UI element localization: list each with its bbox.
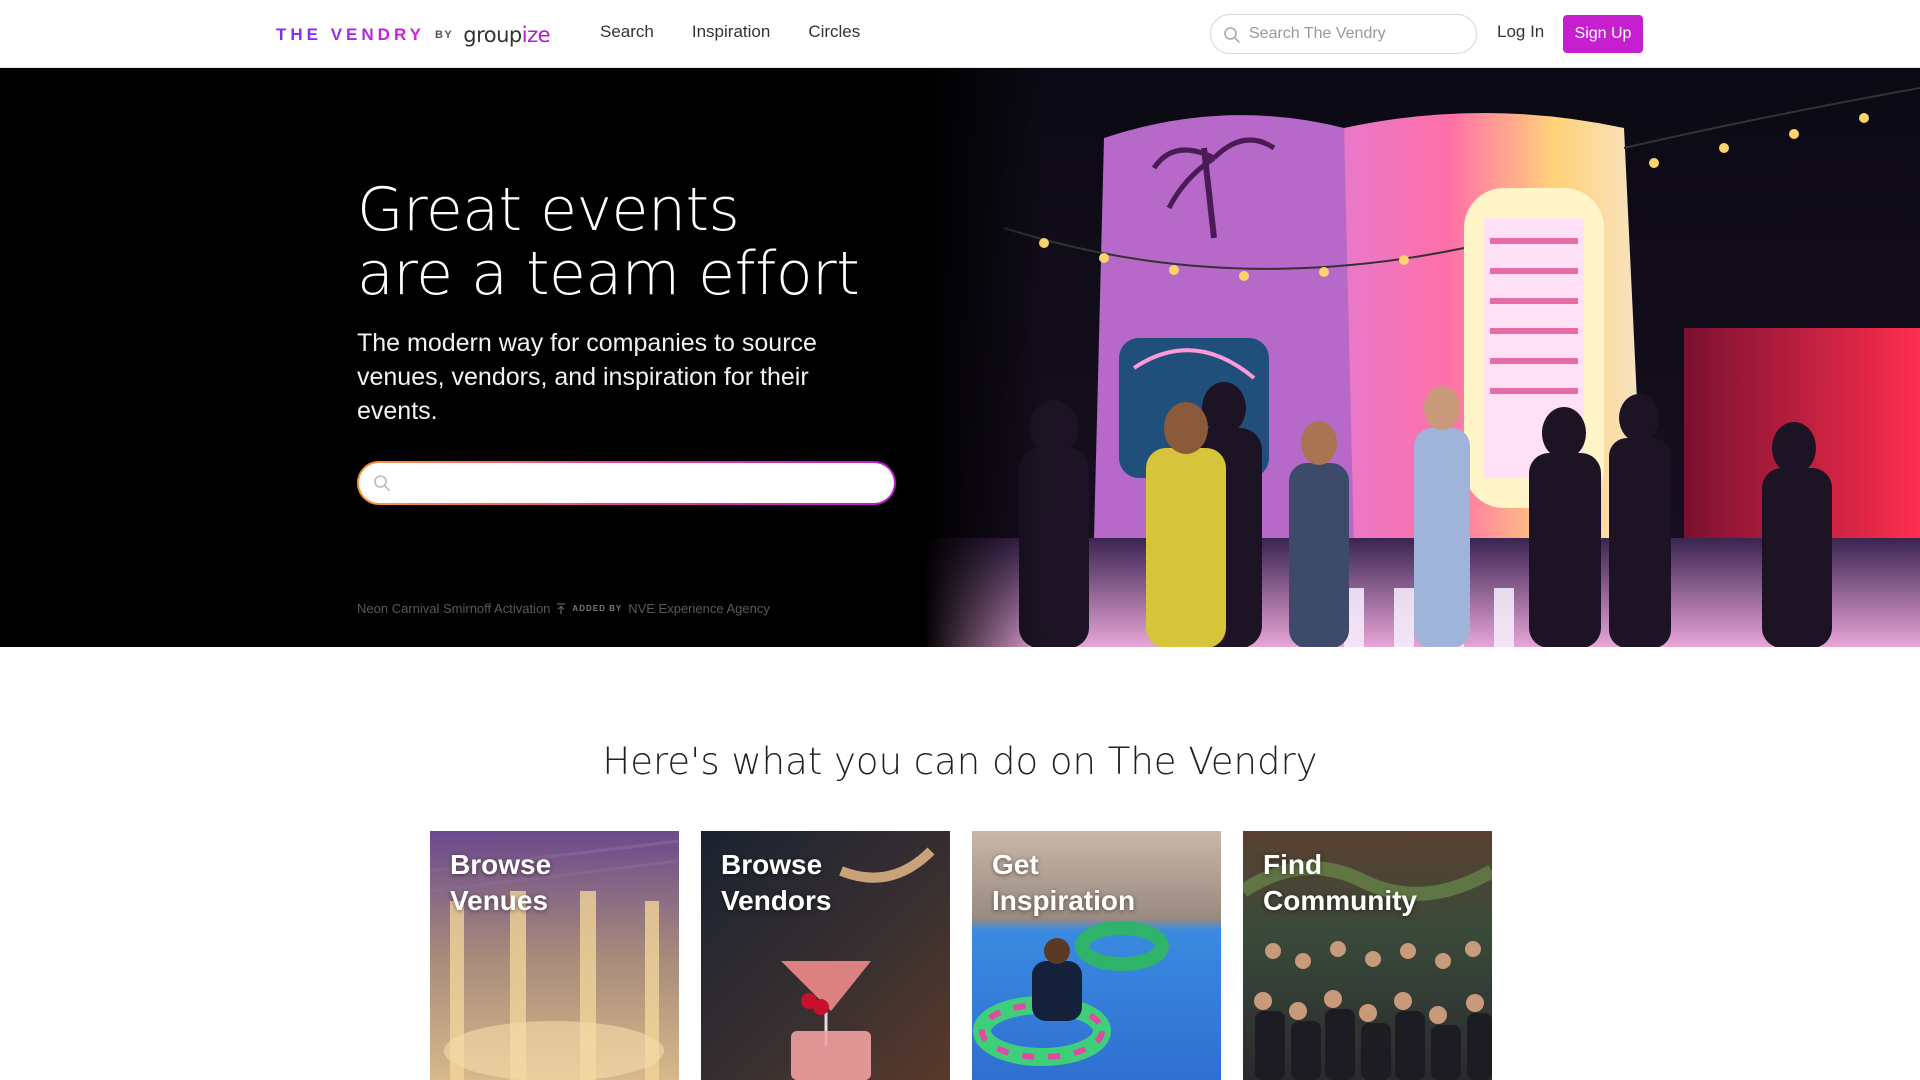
search-icon [374,475,390,491]
hero-photo-fade [924,68,1044,647]
nav-link-circles[interactable]: Circles [808,22,860,42]
hero-title-line-2: are a team effort [357,239,860,309]
logo-wordmark: THE VENDRY [276,25,425,44]
card-label-line-1: Find [1263,849,1323,880]
login-link[interactable]: Log In [1497,22,1544,42]
top-navigation-bar: THE VENDRY BY groupize Search Inspiratio… [0,0,1920,68]
card-label-line-2: Inspiration [992,885,1136,916]
hero-title: Great events are a team effort [357,175,860,309]
signup-button[interactable]: Sign Up [1563,15,1643,53]
card-label-line-2: Venues [450,885,549,916]
card-label-line-2: Community [1263,885,1417,916]
card-get-inspiration[interactable]: Get Inspiration [972,831,1221,1080]
upload-icon [557,602,566,614]
feature-cards: Browse Venues Browse Vendors Get Inspiratio… [430,831,1492,1080]
groupize-logo: groupize [463,23,550,47]
card-label: Browse Venues [450,847,670,919]
search-icon [1224,27,1240,43]
hero-search-field[interactable] [359,463,894,503]
hero-subtitle: The modern way for companies to source v… [357,329,817,425]
card-label: Get Inspiration [992,847,1212,919]
nav-link-inspiration[interactable]: Inspiration [692,22,770,42]
groupize-logo-part-b: ize [521,23,551,47]
credit-event-title[interactable]: Neon Carnival Smirnoff Activation [357,601,550,616]
logo-by-label: BY [434,29,454,41]
groupize-logo-part-a: group [463,23,522,47]
hero-event-photo [924,68,1920,647]
card-label-line-1: Get [992,849,1039,880]
nav-search-input[interactable] [1249,15,1469,53]
card-find-community[interactable]: Find Community [1243,831,1492,1080]
card-label-line-1: Browse [721,849,823,880]
nav-search-box[interactable] [1210,14,1477,54]
nav-link-search[interactable]: Search [600,22,654,42]
vendry-logo[interactable]: THE VENDRY BY groupize [276,22,551,48]
card-browse-vendors[interactable]: Browse Vendors [701,831,950,1080]
card-label: Find Community [1263,847,1483,919]
main-nav-links: Search Inspiration Circles [600,22,860,42]
hero-photo-credit: Neon Carnival Smirnoff Activation ADDED … [357,601,770,616]
card-label-line-1: Browse [450,849,552,880]
section-title: Here's what you can do on The Vendry [602,740,1318,783]
card-label-line-2: Vendors [721,885,832,916]
card-browse-venues[interactable]: Browse Venues [430,831,679,1080]
hero-search-input[interactable] [399,463,879,503]
hero-title-line-1: Great events [357,175,740,245]
credit-agency-link[interactable]: NVE Experience Agency [628,601,770,616]
hero-section: Great events are a team effort The moder… [0,68,1920,647]
card-label: Browse Vendors [721,847,941,919]
credit-added-by-label: ADDED BY [572,604,623,613]
hero-search-box[interactable] [357,461,896,505]
